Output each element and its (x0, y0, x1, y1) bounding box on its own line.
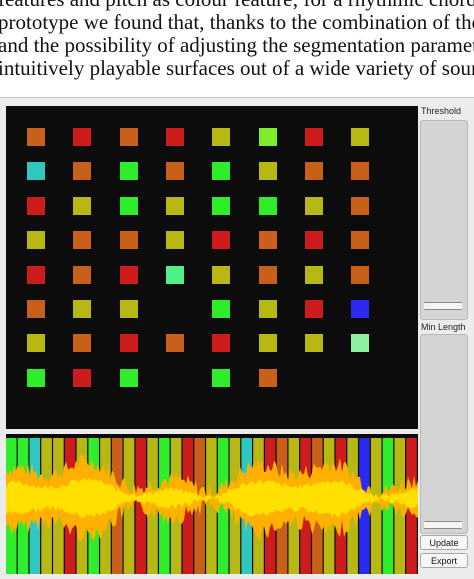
grid-pad[interactable] (259, 162, 277, 180)
update-button[interactable]: Update (420, 535, 468, 550)
grid-pad[interactable] (73, 197, 91, 215)
grid-pad[interactable] (166, 266, 184, 284)
grid-pad[interactable] (259, 231, 277, 249)
grid-pad[interactable] (166, 197, 184, 215)
grid-pad[interactable] (212, 334, 230, 352)
grid-pad[interactable] (212, 266, 230, 284)
grid-pad[interactable] (351, 128, 369, 146)
grid-pad[interactable] (259, 334, 277, 352)
grid-pad[interactable] (27, 162, 45, 180)
grid-pad[interactable] (305, 300, 323, 318)
paper-line-2: prototype we found that, thanks to the c… (0, 10, 474, 34)
grid-pad[interactable] (259, 266, 277, 284)
min-length-slider-handle[interactable] (424, 521, 462, 529)
grid-pad[interactable] (212, 197, 230, 215)
grid-pad[interactable] (73, 334, 91, 352)
grid-pad[interactable] (305, 334, 323, 352)
grid-pad[interactable] (73, 266, 91, 284)
paper-line-3: and the possibility of adjusting the seg… (0, 33, 474, 57)
grid-pad[interactable] (259, 369, 277, 387)
grid-pad[interactable] (27, 369, 45, 387)
waveform-canvas (6, 438, 418, 574)
waveform-view[interactable] (6, 434, 418, 574)
grid-pad[interactable] (305, 197, 323, 215)
grid-pad[interactable] (259, 197, 277, 215)
segment-band (370, 438, 382, 574)
export-button[interactable]: Export (420, 553, 468, 568)
grid-pad[interactable] (73, 128, 91, 146)
grid-pad[interactable] (351, 231, 369, 249)
threshold-label: Threshold (421, 106, 462, 116)
grid-pad[interactable] (120, 231, 138, 249)
grid-pad[interactable] (305, 231, 323, 249)
grid-pad[interactable] (166, 334, 184, 352)
threshold-slider-handle[interactable] (424, 302, 462, 310)
paper-line-4: intuitively playable surfaces out of a w… (0, 56, 474, 80)
grid-pad[interactable] (166, 162, 184, 180)
grid-pad[interactable] (27, 128, 45, 146)
grid-pad[interactable] (166, 231, 184, 249)
min-length-slider[interactable] (420, 334, 468, 534)
grid-pad[interactable] (212, 369, 230, 387)
app-window: Threshold Min Length Update Export (0, 97, 474, 579)
grid-pad[interactable] (212, 300, 230, 318)
pad-grid (6, 106, 418, 429)
grid-pad[interactable] (73, 231, 91, 249)
grid-pad[interactable] (259, 128, 277, 146)
grid-pad[interactable] (120, 266, 138, 284)
threshold-slider[interactable] (420, 120, 468, 320)
grid-pad[interactable] (73, 162, 91, 180)
grid-pad[interactable] (212, 128, 230, 146)
grid-pad[interactable] (27, 231, 45, 249)
grid-pad[interactable] (73, 300, 91, 318)
grid-pad[interactable] (27, 197, 45, 215)
grid-pad[interactable] (120, 300, 138, 318)
grid-pad[interactable] (27, 334, 45, 352)
grid-pad[interactable] (351, 197, 369, 215)
grid-pad[interactable] (351, 266, 369, 284)
min-length-label: Min Length (421, 322, 466, 332)
grid-pad[interactable] (351, 162, 369, 180)
grid-pad[interactable] (120, 197, 138, 215)
grid-pad[interactable] (73, 369, 91, 387)
grid-pad[interactable] (351, 300, 369, 318)
grid-pad[interactable] (305, 266, 323, 284)
paper-text: features and pitch as colour feature; fo… (0, 0, 474, 92)
grid-pad[interactable] (351, 334, 369, 352)
grid-pad[interactable] (259, 300, 277, 318)
grid-pad[interactable] (166, 128, 184, 146)
grid-pad[interactable] (212, 162, 230, 180)
grid-pad[interactable] (305, 162, 323, 180)
grid-pad[interactable] (305, 128, 323, 146)
grid-pad[interactable] (27, 300, 45, 318)
grid-pad[interactable] (212, 231, 230, 249)
grid-pad[interactable] (120, 162, 138, 180)
grid-pad[interactable] (27, 266, 45, 284)
grid-pad[interactable] (120, 334, 138, 352)
grid-pad[interactable] (120, 369, 138, 387)
grid-pad[interactable] (120, 128, 138, 146)
